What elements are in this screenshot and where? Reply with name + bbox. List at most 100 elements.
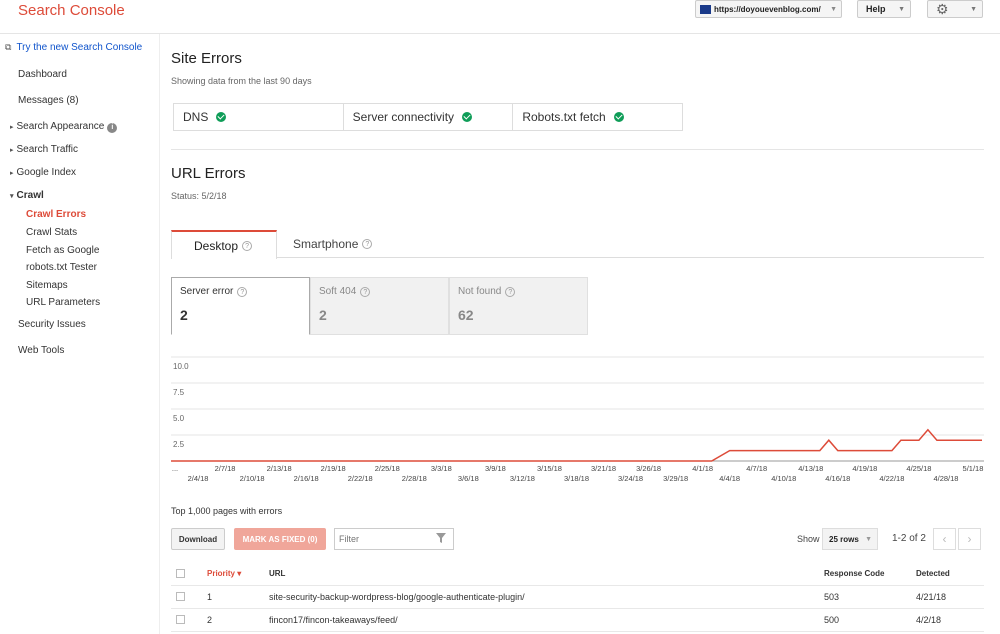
sidebar-item-google-index[interactable]: ▸ Google Index: [10, 167, 76, 178]
table-toolbar: Download MARK AS FIXED (0) Show 25 rows▼…: [171, 528, 984, 550]
priority-column-header[interactable]: Priority ▾: [207, 569, 241, 578]
chevron-down-icon: ▼: [865, 535, 872, 543]
x-tick-label: ...: [172, 464, 178, 473]
x-tick-label: 2/25/18: [375, 464, 400, 473]
robots-fetch-status[interactable]: Robots.txt fetch: [513, 104, 682, 130]
x-tick-label: 4/7/18: [746, 464, 767, 473]
expand-arrow-icon: ▸: [10, 147, 14, 154]
stat-server-error[interactable]: Server error? 2: [171, 277, 310, 335]
site-errors-subtitle: Showing data from the last 90 days: [171, 76, 312, 86]
x-tick-label: 3/15/18: [537, 464, 562, 473]
table-row[interactable]: 1 site-security-backup-wordpress-blog/go…: [171, 586, 984, 609]
site-errors-summary: DNS Server connectivity Robots.txt fetch: [173, 103, 683, 131]
sidebar-sub-crawl-errors[interactable]: Crawl Errors: [26, 209, 86, 220]
site-url: https://doyouevenblog.com/: [714, 4, 821, 14]
tab-desktop[interactable]: Desktop?: [171, 230, 277, 259]
chevron-down-icon: ▼: [830, 5, 837, 13]
row-priority: 1: [207, 592, 213, 602]
prev-page-button[interactable]: ‹: [933, 528, 956, 550]
sidebar-sub-crawl-stats[interactable]: Crawl Stats: [26, 227, 77, 238]
row-detected: 4/21/18: [916, 592, 947, 602]
stat-not-found[interactable]: Not found? 62: [449, 277, 588, 335]
stat-value: 62: [458, 307, 474, 323]
x-tick-label: 5/1/18: [963, 464, 984, 473]
tab-smartphone[interactable]: Smartphone?: [271, 230, 394, 258]
url-column-header[interactable]: URL: [269, 569, 285, 578]
help-icon[interactable]: ?: [505, 287, 516, 297]
series-line: [171, 428, 982, 462]
stat-soft-404[interactable]: Soft 404? 2: [310, 277, 449, 335]
sidebar-sub-sitemaps[interactable]: Sitemaps: [26, 280, 68, 291]
help-icon[interactable]: ?: [237, 287, 248, 297]
x-tick-label: 2/28/18: [402, 474, 427, 483]
check-icon: [462, 112, 473, 122]
help-icon[interactable]: ?: [360, 287, 371, 297]
x-tick-label: 4/19/18: [852, 464, 877, 473]
response-code-column-header[interactable]: Response Code: [824, 569, 884, 578]
x-tick-label: 2/19/18: [321, 464, 346, 473]
device-tabs: Desktop? Smartphone?: [171, 230, 984, 259]
sidebar-sub-url-parameters[interactable]: URL Parameters: [26, 297, 100, 308]
url-errors-status: Status: 5/2/18: [171, 191, 227, 201]
help-icon[interactable]: ?: [242, 240, 253, 251]
row-response-code: 503: [824, 592, 840, 602]
row-priority: 2: [207, 615, 213, 625]
sidebar-item-dashboard[interactable]: Dashboard: [18, 69, 67, 80]
table-row[interactable]: 2 fincon17/fincon-takeaways/feed/ 500 4/…: [171, 609, 984, 632]
sidebar-item-search-traffic[interactable]: ▸ Search Traffic: [10, 144, 78, 155]
sidebar-sub-robots-tester[interactable]: robots.txt Tester: [26, 262, 97, 273]
row-checkbox[interactable]: [176, 592, 185, 601]
y-tick-label: 2.5: [173, 440, 185, 449]
sidebar-item-search-appearance[interactable]: ▸ Search Appearance i: [10, 121, 118, 133]
download-button[interactable]: Download: [171, 528, 225, 550]
select-all-checkbox[interactable]: [176, 569, 185, 578]
y-tick-label: 10.0: [173, 362, 189, 371]
gear-icon: ⚙: [936, 0, 949, 17]
errors-table: Priority ▾ URL Response Code Detected 1 …: [171, 563, 984, 632]
chevron-down-icon: ▼: [898, 5, 905, 13]
site-favicon-icon: [700, 4, 711, 14]
info-icon[interactable]: i: [107, 123, 118, 133]
help-button[interactable]: Help ▼: [857, 0, 911, 18]
x-tick-label: 4/4/18: [719, 474, 740, 483]
x-tick-label: 4/16/18: [825, 474, 850, 483]
app-title[interactable]: Search Console: [18, 2, 125, 19]
site-selector[interactable]: https://doyouevenblog.com/ ▼: [695, 0, 842, 18]
x-tick-label: 4/10/18: [771, 474, 796, 483]
x-tick-label: 3/26/18: [636, 464, 661, 473]
x-tick-label: 3/21/18: [591, 464, 616, 473]
help-icon[interactable]: ?: [362, 239, 373, 249]
sidebar-item-web-tools[interactable]: Web Tools: [18, 345, 64, 356]
x-tick-label: 3/29/18: [663, 474, 688, 483]
detected-column-header[interactable]: Detected: [916, 569, 950, 578]
row-checkbox[interactable]: [176, 615, 185, 624]
rows-per-page-select[interactable]: 25 rows ▼: [822, 528, 878, 550]
x-tick-label: 2/7/18: [215, 464, 236, 473]
x-tick-label: 2/22/18: [348, 474, 373, 483]
settings-button[interactable]: ⚙ ▼: [927, 0, 983, 18]
x-tick-label: 4/22/18: [879, 474, 904, 483]
x-tick-label: 4/13/18: [798, 464, 823, 473]
x-tick-label: 4/1/18: [692, 464, 713, 473]
x-tick-label: 2/16/18: [294, 474, 319, 483]
x-tick-label: 3/9/18: [485, 464, 506, 473]
next-page-button[interactable]: ›: [958, 528, 981, 550]
mark-as-fixed-button[interactable]: MARK AS FIXED (0): [234, 528, 326, 550]
dns-status[interactable]: DNS: [174, 104, 344, 130]
row-detected: 4/2/18: [916, 615, 942, 625]
y-tick-label: 7.5: [173, 388, 185, 397]
collapse-arrow-icon: ▾: [10, 193, 14, 200]
sidebar-sub-fetch-as-google[interactable]: Fetch as Google: [26, 245, 99, 256]
sidebar-item-security-issues[interactable]: Security Issues: [18, 319, 86, 330]
check-icon: [216, 112, 227, 122]
row-url[interactable]: site-security-backup-wordpress-blog/goog…: [269, 592, 525, 602]
help-label: Help: [866, 4, 886, 14]
new-console-link[interactable]: ⧉ Try the new Search Console: [5, 42, 142, 53]
stat-value: 2: [319, 307, 327, 323]
sidebar-item-crawl[interactable]: ▾ Crawl: [10, 190, 44, 201]
filter-icon[interactable]: [436, 533, 446, 543]
sidebar-item-messages[interactable]: Messages (8): [18, 95, 79, 106]
check-icon: [613, 112, 624, 122]
row-url[interactable]: fincon17/fincon-takeaways/feed/: [269, 615, 398, 625]
server-connectivity-status[interactable]: Server connectivity: [344, 104, 514, 130]
